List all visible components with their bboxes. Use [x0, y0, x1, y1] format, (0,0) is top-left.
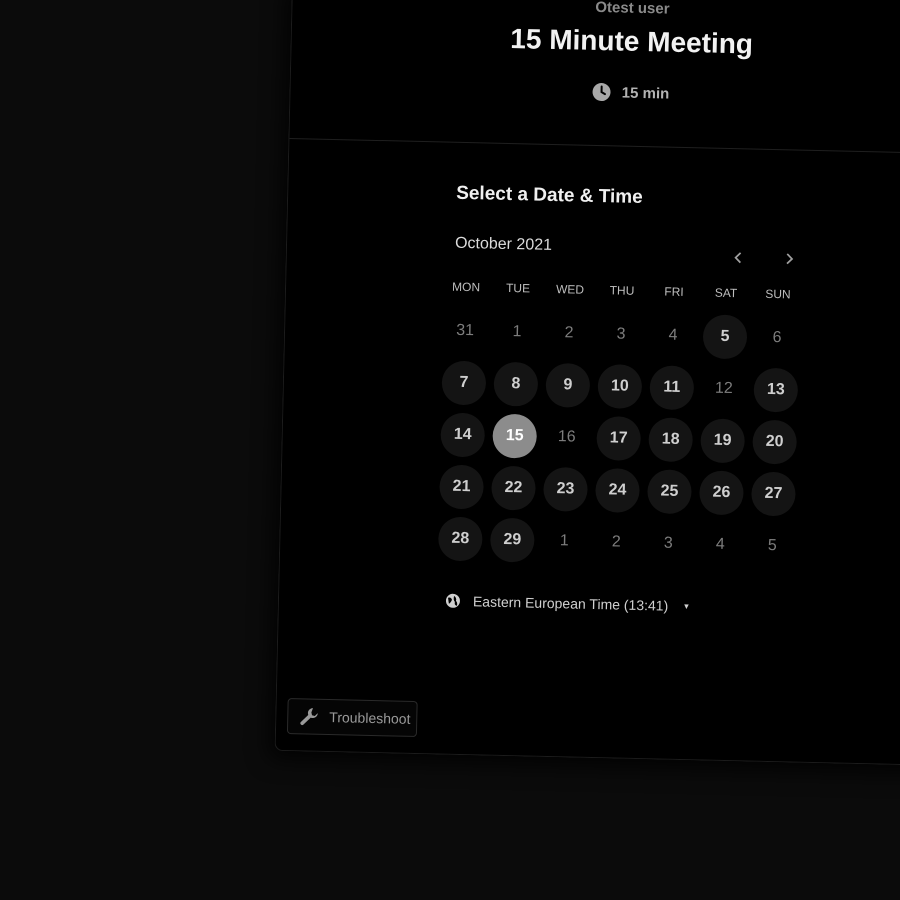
calendar-day-number: 28: [437, 516, 483, 562]
event-duration: 15 min: [290, 75, 900, 110]
calendar-day[interactable]: 7: [437, 356, 490, 409]
page-background: Otest user 15 Minute Meeting 15 min Sele…: [0, 0, 900, 900]
calendar-day[interactable]: 9: [541, 359, 594, 412]
calendar-day-number: 5: [767, 536, 777, 555]
calendar-day[interactable]: 10: [593, 360, 646, 413]
calendar-day-number: 11: [649, 365, 695, 411]
calendar-day: 3: [642, 517, 695, 570]
calendar-day[interactable]: 28: [434, 512, 487, 565]
calendar-day-number: 21: [439, 464, 485, 510]
calendar-day-number: 9: [545, 362, 591, 408]
calendar-day-selected[interactable]: 15: [488, 410, 541, 463]
weekday-label: WED: [555, 282, 585, 297]
calendar-day-number: 16: [557, 428, 576, 446]
troubleshoot-button[interactable]: Troubleshoot: [286, 698, 418, 738]
calendar-day[interactable]: 14: [436, 408, 489, 461]
calendar-day[interactable]: 23: [539, 463, 592, 516]
calendar-day-number: 29: [489, 517, 535, 563]
calendar-day-number: 2: [564, 324, 574, 342]
clock-icon: [592, 82, 612, 102]
weekday-label: MON: [451, 279, 481, 295]
calendar-day-number: 4: [715, 535, 725, 553]
calendar-day-number: 1: [512, 323, 522, 341]
weekday-label: TUE: [505, 280, 531, 296]
weekday-header: MON TUE WED THU FRI SAT SUN: [440, 279, 804, 302]
calendar-day-number: 15: [492, 413, 538, 459]
calendar-day[interactable]: 27: [747, 467, 800, 520]
calendar-day-number: 1: [559, 532, 569, 550]
calendar-day-number: 12: [714, 379, 733, 398]
calendar-day-number: 20: [752, 419, 798, 465]
calendar-day: 12: [697, 362, 750, 415]
calendar-day-number: 3: [616, 325, 626, 343]
calendar-day-number: 4: [668, 326, 678, 344]
calendar-day[interactable]: 25: [643, 465, 696, 518]
weekday-label: SUN: [765, 286, 791, 302]
calendar-day-number: 19: [700, 418, 746, 464]
calendar-day-number: 25: [646, 469, 692, 515]
event-title: 15 Minute Meeting: [510, 22, 754, 60]
calendar-day[interactable]: 19: [696, 414, 749, 467]
calendar-day[interactable]: 24: [591, 464, 644, 517]
duration-label: 15 min: [621, 84, 670, 103]
calendar-day-number: 2: [611, 533, 621, 551]
calendar-day[interactable]: 21: [435, 460, 488, 513]
globe-icon: [445, 593, 461, 609]
calendar-day: 4: [646, 309, 699, 362]
calendar-day-number: 8: [493, 361, 539, 407]
calendar-day[interactable]: 20: [748, 415, 801, 468]
calendar-day[interactable]: 8: [489, 358, 542, 411]
previous-month-button[interactable]: [725, 245, 752, 272]
calendar-day-number: 24: [595, 468, 640, 514]
timezone-selector[interactable]: Eastern European Time (13:41) ▾: [445, 593, 689, 615]
calendar-day-number: 31: [455, 321, 475, 340]
calendar-day: 31: [438, 304, 491, 357]
calendar-day[interactable]: 17: [592, 412, 645, 465]
month-label: October 2021: [454, 234, 553, 254]
calendar-day: 2: [590, 516, 643, 569]
calendar-day-grid: 31 1 2 3 4 5 6 7 8 9 10 11 12 13 14 15 16 17 18 19 20 21 22 23 2…: [434, 304, 804, 572]
calendar-day-number: 26: [698, 470, 744, 516]
next-month-button[interactable]: [775, 246, 802, 273]
calendar-day-number: 17: [596, 416, 642, 462]
calendar-day-number: 13: [753, 367, 799, 413]
timezone-label: Eastern European Time (13:41): [472, 593, 669, 614]
calendar-day-number: 22: [491, 465, 537, 511]
calendar-day: 2: [542, 307, 595, 360]
chevron-right-icon: [782, 248, 796, 271]
calendar-day-number: 6: [772, 328, 782, 347]
calendar-day[interactable]: 26: [695, 466, 748, 519]
booking-card: Otest user 15 Minute Meeting 15 min Sele…: [274, 0, 900, 768]
calendar-day[interactable]: 22: [487, 462, 540, 515]
calendar-day-number: 18: [648, 417, 694, 463]
wrench-icon: [298, 705, 320, 727]
calendar-day-number: 7: [441, 360, 487, 406]
caret-down-icon: ▾: [684, 600, 689, 611]
event-header: Otest user 15 Minute Meeting 15 min: [289, 0, 900, 156]
calendar-day-number: 3: [663, 534, 673, 552]
calendar-day[interactable]: 13: [749, 363, 802, 416]
calendar-day-number: 10: [597, 364, 643, 410]
calendar-day-number: 5: [702, 314, 748, 360]
troubleshoot-label: Troubleshoot: [329, 709, 411, 727]
weekday-label: THU: [609, 283, 635, 298]
calendar-day: 5: [746, 519, 799, 572]
calendar-day: 3: [594, 308, 647, 361]
chevron-left-icon: [731, 247, 745, 270]
calendar-day: 1: [538, 515, 591, 568]
calendar-day-number: 14: [440, 412, 486, 458]
weekday-label: FRI: [664, 284, 684, 299]
calendar-day[interactable]: 5: [698, 310, 751, 363]
calendar-day: 1: [490, 306, 543, 359]
calendar-day: 6: [750, 312, 803, 365]
calendar-day-number: 27: [750, 471, 796, 517]
calendar-day[interactable]: 18: [644, 413, 697, 466]
calendar-day: 4: [694, 518, 747, 571]
section-title: Select a Date & Time: [455, 182, 643, 209]
weekday-label: SAT: [714, 285, 738, 301]
calendar-day[interactable]: 11: [645, 361, 698, 414]
calendar-day-number: 23: [543, 466, 589, 512]
calendar-day[interactable]: 29: [486, 514, 539, 567]
calendar-day: 16: [540, 411, 593, 464]
